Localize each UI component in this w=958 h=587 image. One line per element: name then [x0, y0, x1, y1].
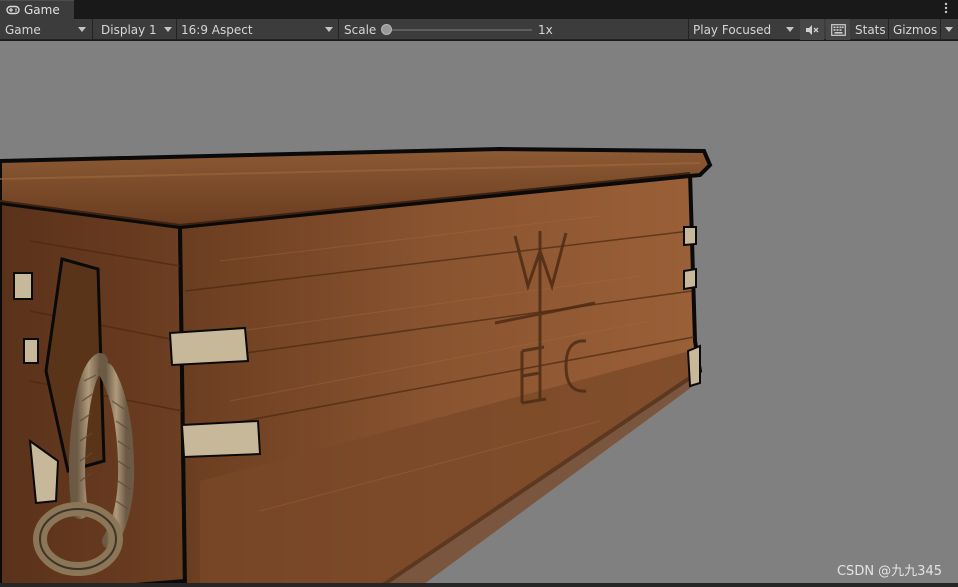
kebab-menu-icon[interactable] [940, 2, 952, 16]
mute-audio-button[interactable] [800, 19, 824, 40]
stats-toggle[interactable]: Stats [850, 19, 886, 40]
scale-slider-track[interactable] [385, 29, 532, 31]
stats-keyboard-icon [830, 23, 846, 36]
chevron-down-icon [945, 27, 953, 32]
play-mode-dropdown[interactable]: Play Focused [688, 19, 798, 40]
scale-value-text: 1x [538, 22, 553, 37]
divider [92, 19, 93, 40]
wooden-chest-render [0, 146, 713, 587]
scale-label: Scale [339, 19, 376, 40]
view-mode-dropdown[interactable]: Game [0, 19, 92, 40]
view-mode-label: Game [5, 22, 41, 37]
tab-game[interactable]: Game [0, 0, 74, 19]
stats-button-icon-wrap[interactable] [826, 19, 850, 40]
gizmos-toggle[interactable]: Gizmos [888, 19, 940, 40]
stats-label: Stats [855, 22, 886, 37]
mute-audio-icon [806, 24, 819, 35]
aspect-dropdown[interactable]: 16:9 Aspect [176, 19, 338, 40]
watermark-text: CSDN @九九345 [836, 564, 942, 579]
game-viewport[interactable]: CSDN @九九345 [0, 41, 958, 587]
chevron-down-icon [78, 27, 86, 32]
game-view-toolbar: Game Display 1 16:9 Aspect Scale 1x Play… [0, 19, 958, 40]
chevron-down-icon [325, 27, 333, 32]
play-mode-label: Play Focused [693, 22, 772, 37]
tab-bar: Game [0, 0, 958, 19]
gizmos-dropdown[interactable] [940, 19, 958, 40]
viewport-bottom-border [0, 583, 958, 587]
tab-label: Game [24, 3, 60, 17]
scale-value: 1x [533, 19, 553, 40]
chevron-down-icon [786, 27, 794, 32]
display-dropdown[interactable]: Display 1 [96, 19, 176, 40]
gizmos-label: Gizmos [893, 22, 938, 37]
chevron-down-icon [164, 27, 172, 32]
gamepad-icon [6, 5, 20, 15]
aspect-label: 16:9 Aspect [181, 22, 253, 37]
scale-slider-handle[interactable] [381, 24, 392, 35]
scale-label-text: Scale [344, 22, 377, 37]
display-label: Display 1 [101, 22, 157, 37]
